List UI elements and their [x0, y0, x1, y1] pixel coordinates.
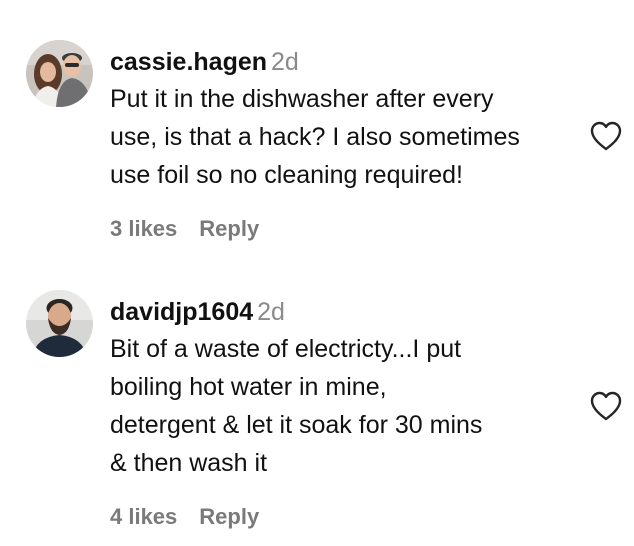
comment-text-line: & then wash it — [110, 449, 268, 477]
comment-actions: 3 likes Reply — [110, 216, 580, 242]
comment-body: davidjp1604 2d Bit of a waste of electric… — [110, 296, 580, 530]
heart-outline-icon[interactable] — [589, 390, 623, 422]
reply-button[interactable]: Reply — [199, 504, 259, 529]
comment-text-line: use, is that a hack? I also sometimes — [110, 123, 520, 151]
heart-outline-icon[interactable] — [589, 120, 623, 152]
timestamp[interactable]: 2d — [271, 48, 299, 76]
comment-text: Put it in the dishwasher after every use… — [110, 80, 580, 194]
comment-body: cassie.hagen 2d Put it in the dishwasher … — [110, 46, 580, 242]
avatar-photo — [26, 40, 93, 107]
comment-text-line: detergent & let it soak for 30 mins — [110, 411, 483, 439]
likes-count[interactable]: 4 likes — [110, 504, 177, 529]
avatar[interactable] — [26, 290, 93, 357]
comment-text-line: Put it in the dishwasher after every — [110, 85, 494, 113]
avatar[interactable] — [26, 40, 93, 107]
username[interactable]: davidjp1604 — [110, 298, 253, 326]
avatar-photo — [26, 290, 93, 357]
comment-text-line: use foil so no cleaning required! — [110, 161, 464, 189]
username[interactable]: cassie.hagen — [110, 48, 267, 76]
reply-button[interactable]: Reply — [199, 216, 259, 241]
likes-count[interactable]: 3 likes — [110, 216, 177, 241]
comment-text-line: Bit of a waste of electricty...I put — [110, 335, 462, 363]
comment-header: cassie.hagen 2d — [110, 46, 580, 78]
comment-actions: 4 likes Reply — [110, 504, 580, 530]
comment-text: Bit of a waste of electricty...I put boi… — [110, 330, 580, 482]
timestamp[interactable]: 2d — [257, 298, 285, 326]
comment-text-line: boiling hot water in mine, — [110, 373, 387, 401]
comment-header: davidjp1604 2d — [110, 296, 580, 328]
